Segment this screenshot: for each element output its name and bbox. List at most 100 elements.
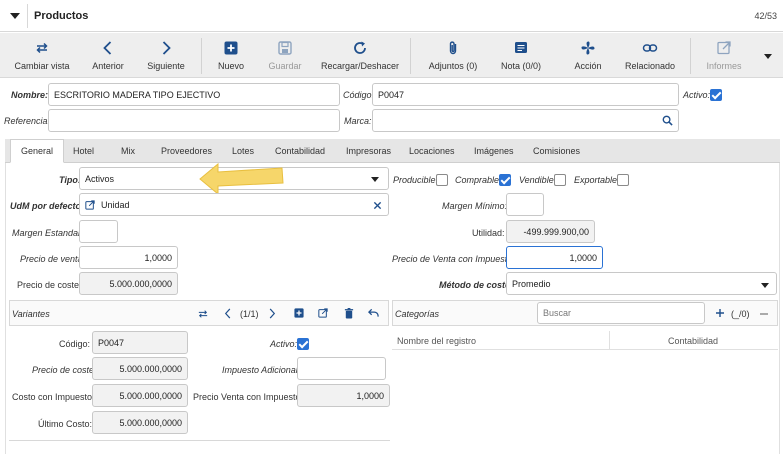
toolbar-label: Acción <box>574 61 602 71</box>
toolbar-label: Cambiar vista <box>14 61 70 71</box>
tipo-dropdown-icon[interactable] <box>370 175 380 183</box>
exportable-label: Exportable: <box>574 175 620 185</box>
metodo-coste-dropdown-icon[interactable] <box>760 281 770 289</box>
tab-comisiones[interactable]: Comisiones <box>533 139 580 163</box>
categorias-search-input[interactable]: Buscar <box>537 302 705 324</box>
variante-pv-impuesto-label: Precio Venta con Impuesto: <box>193 392 304 402</box>
pv-impuesto-input[interactable]: 1,0000 <box>506 246 603 269</box>
toolbar-label: Adjuntos (0) <box>428 61 478 71</box>
comprable-checkbox[interactable] <box>499 174 511 186</box>
record-counter: 42/53 <box>754 11 777 21</box>
chevron-right-icon[interactable] <box>268 308 276 319</box>
impuesto-adicional-input[interactable] <box>297 357 386 380</box>
categorias-count-value: _/0 <box>734 309 747 319</box>
exportable-checkbox[interactable] <box>617 174 629 186</box>
col-contabilidad[interactable]: Contabilidad <box>668 336 718 346</box>
fan-icon <box>581 41 595 55</box>
tipo-label: Tipo: <box>59 175 81 185</box>
search-icon[interactable] <box>662 115 673 126</box>
udm-input[interactable]: Unidad <box>79 193 389 216</box>
tab-hotel[interactable]: Hotel <box>73 139 94 163</box>
swap-arrows-icon[interactable] <box>198 309 208 319</box>
referencia-input[interactable] <box>48 109 340 132</box>
collapse-triangle-icon[interactable] <box>8 10 22 22</box>
toolbar-label: Relacionado <box>624 61 676 71</box>
nota-button[interactable]: Nota (0/0) <box>492 33 550 78</box>
producible-label: Producible: <box>393 175 439 185</box>
add-icon[interactable] <box>715 308 725 318</box>
toolbar-label: Recargar/Deshacer <box>320 61 400 71</box>
costo-impuesto-label: Costo con Impuesto: <box>12 392 95 402</box>
undo-icon[interactable] <box>368 308 379 318</box>
trash-icon[interactable] <box>344 308 354 319</box>
siguiente-button[interactable]: Siguiente <box>138 33 194 78</box>
referencia-label: Referencia: <box>4 116 51 126</box>
codigo-input[interactable]: P0047 <box>372 83 679 106</box>
variante-codigo-input[interactable]: P0047 <box>92 331 188 354</box>
nombre-input[interactable]: ESCRITORIO MADERA TIPO EJECTIVO <box>48 83 340 106</box>
producible-checkbox[interactable] <box>436 174 448 186</box>
margen-minimo-input[interactable] <box>506 193 544 216</box>
toolbar-label: Nuevo <box>217 61 244 71</box>
categorias-title: Categorías <box>395 309 440 319</box>
vendible-checkbox[interactable] <box>554 174 566 186</box>
utilidad-input[interactable]: -499.999.900,00 <box>506 220 595 243</box>
tab-general[interactable]: General <box>10 139 65 163</box>
variante-pv-impuesto-input[interactable]: 1,0000 <box>297 384 390 407</box>
annotation-arrow-icon <box>199 162 284 194</box>
external-link-icon[interactable] <box>85 199 95 210</box>
pv-impuesto-label: Precio de Venta con Impuesto: <box>392 254 515 264</box>
anterior-button[interactable]: Anterior <box>82 33 134 78</box>
variante-precio-coste-input[interactable]: 5.000.000,0000 <box>92 357 188 380</box>
marca-input[interactable] <box>372 109 679 132</box>
precio-coste-label: Precio de coste: <box>17 280 82 290</box>
nuevo-button[interactable]: Nuevo <box>208 33 254 78</box>
metodo-coste-value: Promedio <box>512 278 551 289</box>
comprable-label: Comprable: <box>455 175 502 185</box>
toolbar-separator <box>410 38 411 74</box>
precio-venta-input[interactable]: 1,0000 <box>79 246 178 269</box>
metodo-coste-label: Método de coste: <box>439 280 514 290</box>
note-icon <box>515 42 527 53</box>
tab-imagenes[interactable]: Imágenes <box>474 139 514 163</box>
recargar-deshacer-button[interactable]: Recargar/Deshacer <box>318 33 402 78</box>
margen-estandar-input[interactable] <box>79 220 118 243</box>
metodo-coste-select[interactable]: Promedio <box>506 272 777 295</box>
margen-minimo-label: Margen Mínimo: <box>442 201 508 211</box>
chevron-left-icon[interactable] <box>224 308 232 319</box>
adjuntos-button[interactable]: Adjuntos (0) <box>422 33 484 78</box>
column-divider <box>609 331 610 349</box>
activo-checkbox[interactable] <box>710 89 722 101</box>
tab-impresoras[interactable]: Impresoras <box>346 139 391 163</box>
nombre-label: Nombre: <box>11 90 49 100</box>
toolbar-label: Nota (0/0) <box>500 61 542 71</box>
precio-coste-input[interactable]: 5.000.000,0000 <box>79 272 178 295</box>
accion-button[interactable]: Acción <box>564 33 612 78</box>
variante-activo-checkbox[interactable] <box>297 338 309 350</box>
open-record-icon[interactable] <box>318 308 328 318</box>
cambiar-vista-button[interactable]: Cambiar vista <box>4 33 80 78</box>
swap-arrows-icon <box>36 42 48 54</box>
guardar-button[interactable]: Guardar <box>262 33 308 78</box>
relacionado-button[interactable]: Relacionado <box>620 33 680 78</box>
toolbar-separator <box>201 38 202 74</box>
tab-locaciones[interactable]: Locaciones <box>409 139 455 163</box>
udm-label: UdM por defecto: <box>10 201 84 211</box>
add-variant-icon[interactable] <box>294 308 304 318</box>
toolbar-more-dropdown-icon[interactable] <box>762 51 774 61</box>
col-nombre-registro[interactable]: Nombre del registro <box>397 336 476 346</box>
clear-icon[interactable] <box>373 201 382 210</box>
ultimo-costo-input[interactable]: 5.000.000,0000 <box>92 411 188 434</box>
title-separator <box>27 4 28 28</box>
title-bar: Productos 42/53 <box>0 0 783 32</box>
costo-impuesto-input[interactable]: 5.000.000,0000 <box>92 384 188 407</box>
activo-label: Activo: <box>683 90 711 100</box>
remove-icon[interactable] <box>759 312 769 316</box>
page-title: Productos <box>34 10 89 22</box>
tab-mix[interactable]: Mix <box>121 139 135 163</box>
save-icon <box>278 41 292 55</box>
categorias-count: (_/0) <box>731 309 750 319</box>
informes-button[interactable]: Informes <box>698 33 750 78</box>
reload-icon <box>354 41 366 54</box>
tipo-select-value: Activos <box>85 173 115 184</box>
